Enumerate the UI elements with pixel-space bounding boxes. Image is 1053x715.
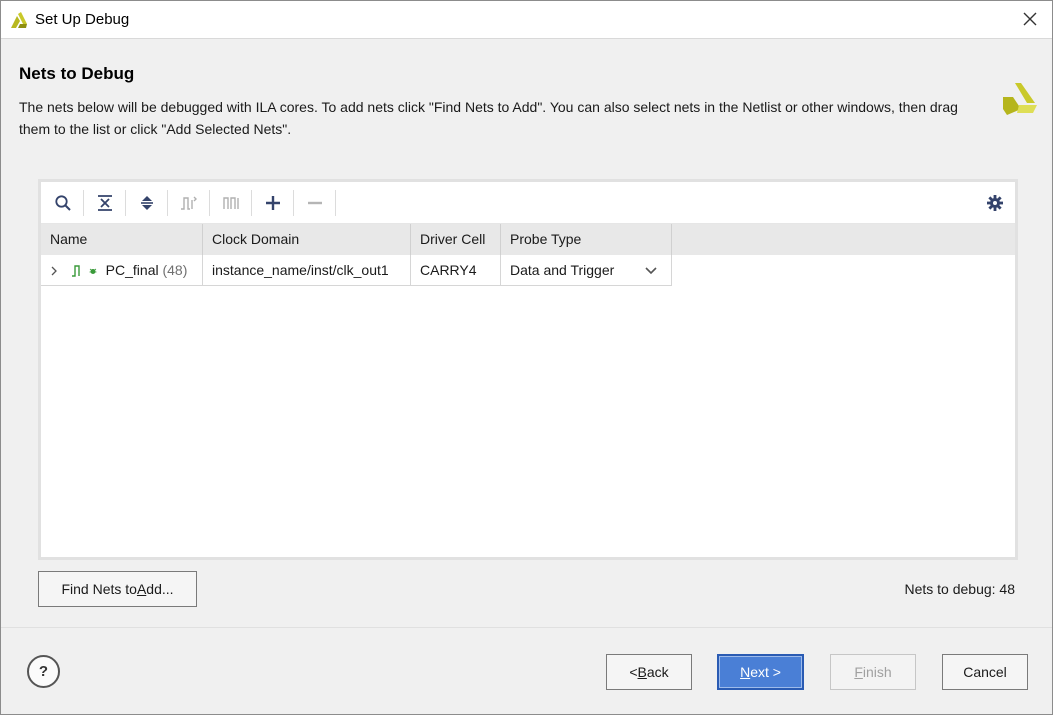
- net-signal-icon: [71, 265, 80, 277]
- close-icon[interactable]: [1020, 9, 1040, 29]
- toolbar-divider: [83, 190, 84, 216]
- find-nets-button[interactable]: Find Nets to Add...: [38, 571, 197, 607]
- find-nets-label: Find Nets to: [61, 581, 137, 597]
- finish-button[interactable]: Finish: [830, 654, 916, 690]
- remove-icon[interactable]: [303, 191, 327, 215]
- gear-icon[interactable]: [983, 191, 1007, 215]
- finish-mnemonic: F: [854, 664, 863, 680]
- toolbar-divider: [335, 190, 336, 216]
- toolbar-divider: [125, 190, 126, 216]
- app-logo-icon: [11, 12, 27, 28]
- collapse-all-icon[interactable]: [93, 191, 117, 215]
- back-button[interactable]: < Back: [606, 654, 692, 690]
- find-nets-label-end: dd...: [146, 581, 174, 597]
- net-bit-count: (48): [162, 262, 188, 278]
- bus-icon[interactable]: [219, 191, 243, 215]
- help-button[interactable]: ?: [27, 655, 60, 688]
- table-header: Name Clock Domain Driver Cell Probe Type: [41, 224, 1015, 255]
- probe-type-value: Data and Trigger: [510, 262, 615, 278]
- column-header-name[interactable]: Name: [41, 224, 203, 255]
- finish-label-end: inish: [862, 664, 892, 680]
- add-icon[interactable]: [261, 191, 285, 215]
- back-mnemonic: B: [637, 664, 647, 680]
- next-mnemonic: N: [740, 664, 751, 680]
- column-header-driver-cell[interactable]: Driver Cell: [411, 224, 501, 255]
- find-nets-mnemonic: A: [136, 581, 147, 597]
- expand-all-icon[interactable]: [135, 191, 159, 215]
- page-description: The nets below will be debugged with ILA…: [19, 99, 958, 137]
- search-icon[interactable]: [51, 191, 75, 215]
- column-header-clock-domain[interactable]: Clock Domain: [203, 224, 411, 255]
- footer-divider: [1, 627, 1052, 628]
- column-header-probe-type[interactable]: Probe Type: [501, 224, 672, 255]
- dialog-window: Set Up Debug Nets to Debug The nets belo…: [0, 0, 1053, 715]
- window-title: Set Up Debug: [35, 11, 130, 28]
- expand-row-icon[interactable]: [49, 266, 59, 276]
- back-label: <: [629, 664, 638, 680]
- title-bar: Set Up Debug: [1, 1, 1052, 39]
- back-label-end: ack: [646, 664, 669, 680]
- page-title: Nets to Debug: [19, 64, 135, 83]
- net-name: PC_final: [105, 262, 159, 278]
- debug-bug-icon: [89, 268, 97, 275]
- table-toolbar: [41, 182, 1015, 224]
- toolbar-divider: [251, 190, 252, 216]
- net-name-cell: PC_final (48): [41, 255, 203, 286]
- driver-cell-cell: CARRY4: [411, 255, 501, 286]
- next-label-end: ext >: [750, 664, 781, 680]
- wizard-header: Nets to Debug The nets below will be deb…: [1, 40, 1052, 150]
- next-button[interactable]: Next >: [717, 654, 804, 690]
- nets-to-debug-count: Nets to debug: 48: [904, 581, 1015, 597]
- toolbar-divider: [167, 190, 168, 216]
- chevron-down-icon[interactable]: [645, 267, 657, 275]
- clock-domain-cell: instance_name/inst/clk_out1: [203, 255, 411, 286]
- toolbar-divider: [293, 190, 294, 216]
- table-row[interactable]: PC_final (48) instance_name/inst/clk_out…: [41, 255, 672, 286]
- nets-table-panel: Name Clock Domain Driver Cell Probe Type…: [38, 179, 1018, 560]
- signal-icon[interactable]: [177, 191, 201, 215]
- brand-logo-icon: [1003, 83, 1037, 115]
- cancel-button[interactable]: Cancel: [942, 654, 1028, 690]
- probe-type-dropdown[interactable]: Data and Trigger: [501, 255, 672, 286]
- toolbar-divider: [209, 190, 210, 216]
